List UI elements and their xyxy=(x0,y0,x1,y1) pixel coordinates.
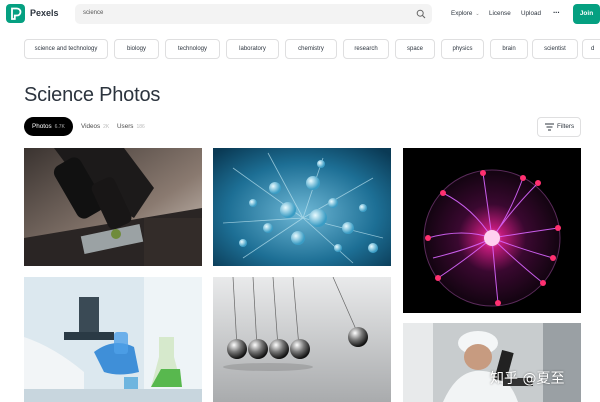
page-title: Science Photos xyxy=(24,84,161,106)
chip-space[interactable]: space xyxy=(395,39,435,59)
tab-users-count: 186 xyxy=(136,124,145,130)
chip-physics[interactable]: physics xyxy=(441,39,484,59)
join-button[interactable]: Join xyxy=(573,4,600,24)
search-icon[interactable] xyxy=(416,9,426,19)
chip-technology[interactable]: technology xyxy=(165,39,220,59)
photo-microscope[interactable] xyxy=(24,148,202,266)
brand-name[interactable]: Pexels xyxy=(30,8,59,18)
chip-science-and-technology[interactable]: science and technology xyxy=(24,39,108,59)
tab-photos-count: 6.7K xyxy=(54,124,65,130)
nav-explore-label: Explore xyxy=(451,10,473,17)
chip-chemistry[interactable]: chemistry xyxy=(285,39,337,59)
chip-laboratory[interactable]: laboratory xyxy=(226,39,279,59)
chip-brain[interactable]: brain xyxy=(490,39,528,59)
top-bar: Pexels science Explore ⌄ License Upload ·… xyxy=(0,0,600,30)
chip-partial[interactable]: d xyxy=(582,39,600,59)
tab-videos[interactable]: Videos 2K xyxy=(81,117,109,136)
related-searches: science and technology biology technolog… xyxy=(24,39,600,59)
nav-explore[interactable]: Explore ⌄ xyxy=(451,10,480,17)
tab-photos-label: Photos xyxy=(32,123,52,130)
search-bar[interactable]: science xyxy=(75,4,432,24)
photo-plasma-ball[interactable] xyxy=(403,148,581,313)
filter-icon xyxy=(545,123,554,131)
search-input[interactable]: science xyxy=(83,10,103,16)
photo-scientist-microscope[interactable] xyxy=(403,323,581,402)
tab-videos-label: Videos xyxy=(81,123,101,130)
watermark: 知乎 @夏至 xyxy=(490,371,565,387)
photo-water-droplets[interactable] xyxy=(213,148,391,266)
chip-research[interactable]: research xyxy=(343,39,389,59)
chevron-down-icon: ⌄ xyxy=(475,11,480,17)
nav-license[interactable]: License xyxy=(489,10,511,17)
more-menu-icon[interactable]: ··· xyxy=(553,8,560,17)
tab-users[interactable]: Users 186 xyxy=(117,117,145,136)
pexels-logo[interactable] xyxy=(6,4,25,23)
filters-button[interactable]: Filters xyxy=(537,117,581,137)
nav-upload[interactable]: Upload xyxy=(521,10,541,17)
filters-label: Filters xyxy=(557,123,575,130)
photo-lab-flasks[interactable] xyxy=(24,277,202,402)
tab-photos[interactable]: Photos 6.7K xyxy=(24,117,73,136)
tab-videos-count: 2K xyxy=(103,124,110,130)
tab-users-label: Users xyxy=(117,123,134,130)
photo-newtons-cradle[interactable] xyxy=(213,277,391,402)
chip-scientist[interactable]: scientist xyxy=(532,39,578,59)
chip-biology[interactable]: biology xyxy=(114,39,159,59)
